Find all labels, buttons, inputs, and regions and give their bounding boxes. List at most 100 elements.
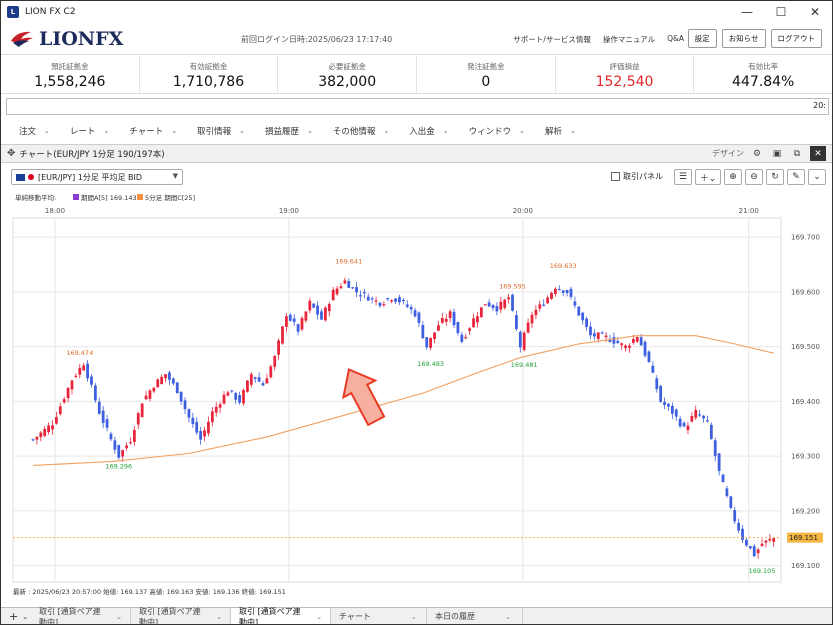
menu-pl-history[interactable]: 損益履歴 ⌄: [265, 125, 313, 137]
summary-label: 有効比率: [748, 62, 779, 71]
candle-body: [246, 380, 249, 392]
design-link[interactable]: デザイン: [712, 148, 744, 159]
tab-chart[interactable]: チャート ⌄: [331, 607, 427, 624]
menu-rate[interactable]: レート ⌄: [70, 125, 109, 137]
menu-deposit[interactable]: 入出金 ⌄: [409, 125, 448, 137]
candle-body: [90, 376, 93, 385]
close-chart-button[interactable]: ✕: [810, 146, 826, 161]
candle-body: [58, 406, 62, 415]
zoom-out-icon[interactable]: ⊖: [745, 169, 763, 185]
candle-body: [164, 374, 167, 379]
candle-body: [320, 311, 323, 320]
chevron-down-icon: ⌄: [22, 612, 29, 621]
candle-body: [565, 290, 569, 294]
candle-body: [265, 378, 269, 384]
tab-label: 本日の履歴: [435, 612, 475, 621]
menu-order[interactable]: 注文 ⌄: [19, 125, 50, 137]
candle-body: [43, 428, 47, 436]
tab-trade-3[interactable]: 取引 [通貨ペア連動中] ⌄: [231, 607, 331, 624]
price-chart[interactable]: 単純移動平均: 期間A[5] 169.143 5分足 期間C[25] 18:00 19:…: [11, 190, 828, 598]
candle-body: [534, 309, 538, 316]
candle-body: [370, 298, 374, 300]
minimize-button[interactable]: —: [730, 1, 764, 23]
window-menu-icon[interactable]: ▣: [770, 147, 784, 161]
candle-body: [242, 390, 245, 404]
menu-window[interactable]: ウィンドウ ⌄: [469, 125, 525, 137]
logo: LIONFX: [9, 28, 123, 50]
support-link[interactable]: サポート/サービス情報: [513, 34, 591, 45]
menu-chart[interactable]: チャート ⌄: [129, 125, 177, 137]
summary-label: 評価損益: [609, 62, 640, 71]
candle-body: [343, 280, 347, 284]
candle-body: [386, 298, 390, 300]
candle-body: [690, 416, 694, 422]
candle-body: [515, 315, 518, 330]
candle-body: [472, 318, 475, 328]
candle-body: [347, 281, 351, 288]
gear-icon[interactable]: ⚙: [750, 147, 764, 161]
crosshair-icon[interactable]: ＋⌄: [695, 169, 721, 185]
candle-body: [210, 411, 214, 423]
candle-body: [51, 425, 54, 430]
candle-body: [635, 337, 639, 342]
candle-body: [62, 399, 66, 403]
candle-body: [678, 418, 682, 427]
ticker-bar[interactable]: 20:: [6, 98, 829, 115]
indicator-icon[interactable]: ☰: [674, 169, 692, 185]
candle-body: [733, 510, 737, 522]
popout-icon[interactable]: ⧉: [790, 147, 804, 161]
menu-label: チャート: [129, 127, 164, 137]
refresh-icon[interactable]: ↻: [766, 169, 784, 185]
candle-body: [592, 333, 596, 337]
candle-body: [663, 401, 666, 405]
tab-today-history[interactable]: 本日の履歴 ⌄: [427, 607, 523, 624]
tab-trade-1[interactable]: 取引 [通貨ペア連動中] ⌄: [31, 607, 131, 624]
chart-window-controls: デザイン ⚙ ▣ ⧉ ✕: [712, 146, 826, 161]
candle-body: [542, 304, 546, 306]
zoom-in-icon[interactable]: ⊕: [724, 169, 742, 185]
candle-body: [47, 425, 50, 433]
legend-title: 単純移動平均:: [15, 193, 56, 202]
candle-body: [175, 382, 179, 394]
price-annotation: 169.481: [511, 361, 538, 369]
candle-body: [433, 332, 436, 340]
candle-body: [479, 307, 483, 318]
faq-link[interactable]: Q&A: [667, 34, 684, 45]
candle-body: [351, 287, 355, 289]
maximize-button[interactable]: ☐: [764, 1, 798, 23]
candle-body: [748, 546, 752, 549]
ticker-text: 20:: [813, 101, 826, 110]
menu-label: 注文: [19, 127, 37, 137]
candle-body: [655, 378, 659, 390]
menu-trade-info[interactable]: 取引情報 ⌄: [197, 125, 245, 137]
symbol-select[interactable]: [EUR/JPY] 1分足 平均足 BID ▼: [11, 169, 183, 185]
chevron-down-icon[interactable]: ⌄: [808, 169, 826, 185]
candle-body: [171, 378, 175, 384]
summary-order-margin: 発注証拠金 0: [417, 56, 556, 93]
jp-flag-icon: [28, 174, 34, 180]
candle-body: [277, 340, 280, 355]
trade-panel-toggle[interactable]: 取引パネル: [611, 171, 663, 182]
price-annotation: 169.595: [499, 283, 526, 291]
move-icon[interactable]: ✥: [7, 148, 15, 159]
candle-body: [659, 385, 663, 402]
settings-button[interactable]: 設定: [687, 29, 717, 48]
menu-other-info[interactable]: その他情報 ⌄: [333, 125, 389, 137]
menu-analysis[interactable]: 解析 ⌄: [545, 125, 576, 137]
tab-trade-2[interactable]: 取引 [通貨ペア連動中] ⌄: [131, 607, 231, 624]
summary-value: 152,540: [595, 74, 654, 90]
candle-body: [140, 403, 144, 418]
add-tab-button[interactable]: + ⌄: [1, 610, 31, 623]
candle-body: [713, 440, 717, 457]
notice-button[interactable]: お知らせ: [721, 29, 766, 48]
candle-body: [304, 311, 308, 321]
close-window-button[interactable]: ✕: [798, 1, 832, 23]
chart-canvas[interactable]: 単純移動平均: 期間A[5] 169.143 5分足 期間C[25] 18:00 19:…: [11, 190, 828, 598]
logout-button[interactable]: ログアウト: [770, 29, 822, 48]
candle-body: [249, 374, 253, 385]
manual-link[interactable]: 操作マニュアル: [603, 34, 655, 45]
pen-icon[interactable]: ✎: [787, 169, 805, 185]
candle-body: [168, 372, 171, 380]
trade-panel-checkbox[interactable]: [611, 172, 620, 181]
candle-body: [238, 395, 242, 403]
